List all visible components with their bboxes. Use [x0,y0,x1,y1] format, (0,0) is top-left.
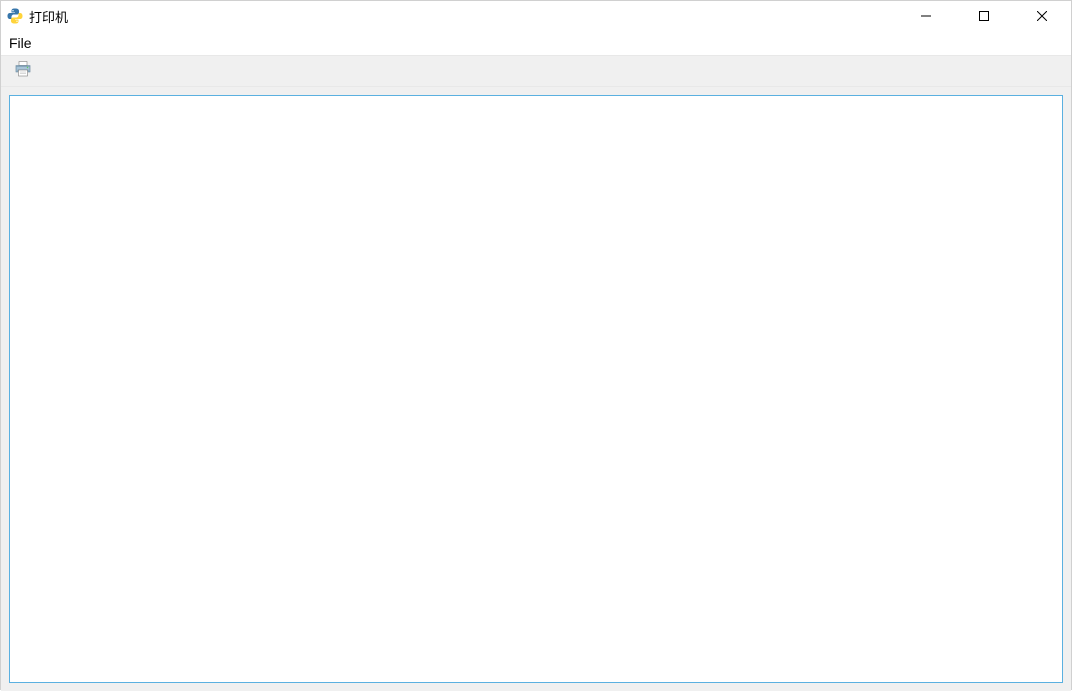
content-area [1,87,1071,691]
menu-file[interactable]: File [3,33,38,53]
text-editor[interactable] [9,95,1063,683]
tool-bar [1,55,1071,87]
maximize-button[interactable] [955,1,1013,31]
title-bar: 打印机 [1,1,1071,31]
print-button[interactable] [11,59,35,83]
python-icon [7,8,23,24]
printer-icon [14,60,32,83]
window-title: 打印机 [29,7,68,26]
menu-bar: File [1,31,1071,55]
close-button[interactable] [1013,1,1071,31]
minimize-button[interactable] [897,1,955,31]
window-controls [897,1,1071,31]
